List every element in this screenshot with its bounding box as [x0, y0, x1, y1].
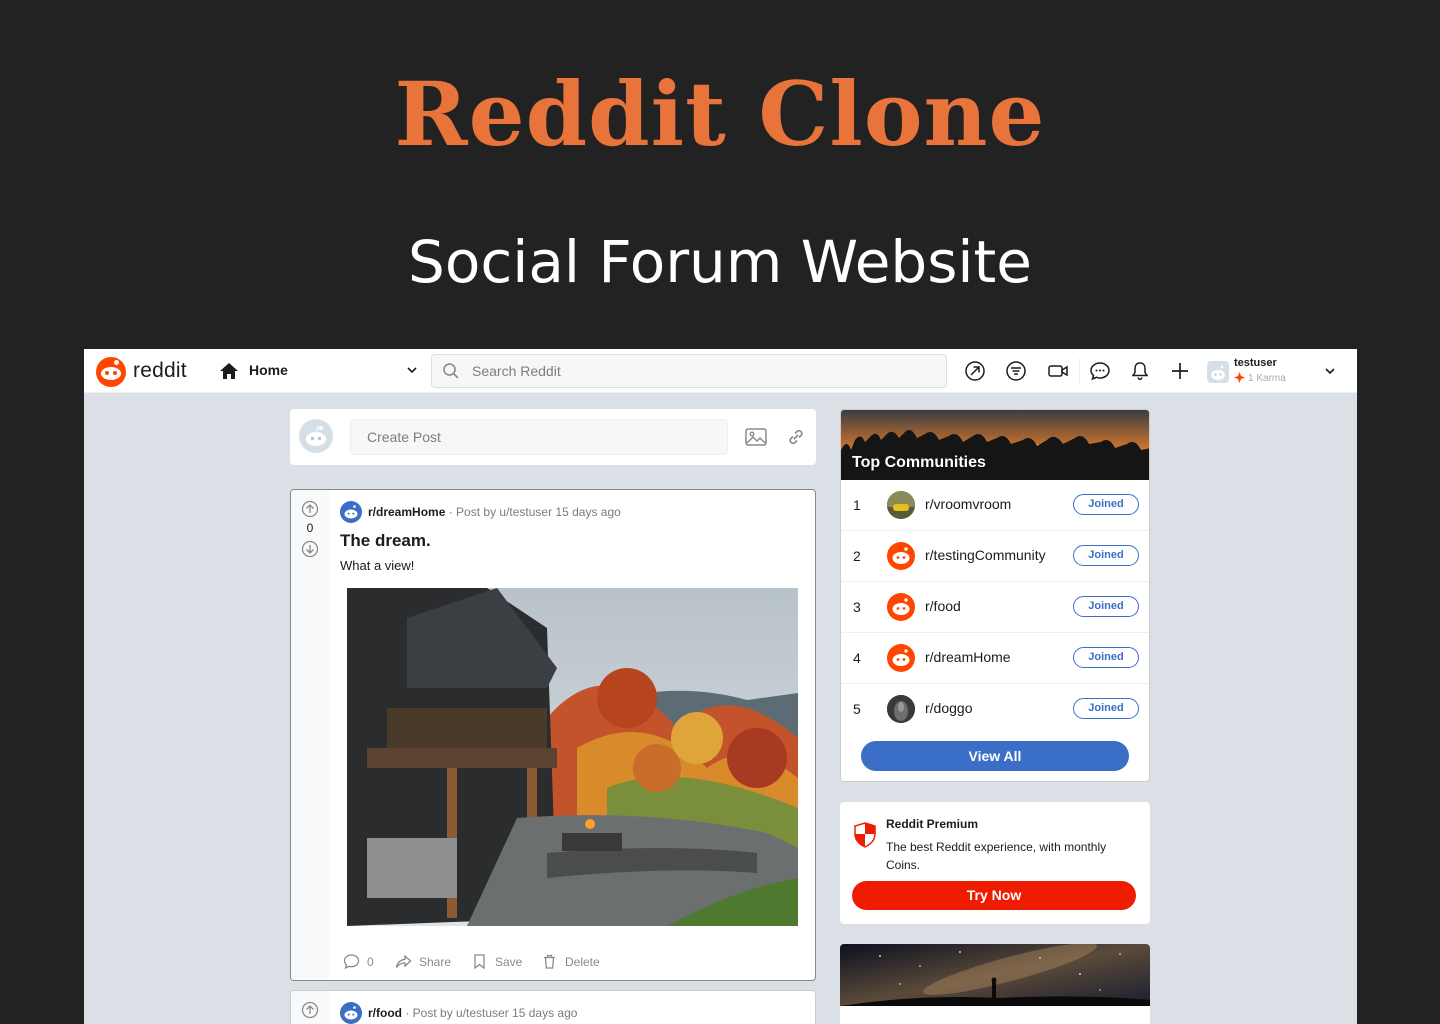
community-name[interactable]: r/doggo	[925, 700, 972, 716]
premium-title: Reddit Premium	[886, 817, 979, 831]
app-screenshot: reddit Home testuser 1 Karma	[84, 349, 1357, 1024]
premium-description: The best Reddit experience, with monthly…	[886, 840, 1107, 872]
comment-count: 0	[367, 955, 374, 969]
home-dropdown[interactable]: Home	[216, 358, 419, 384]
community-row[interactable]: 5 r/doggo Joined	[841, 684, 1149, 735]
subreddit-icon[interactable]	[340, 501, 362, 523]
joined-button[interactable]: Joined	[1073, 494, 1139, 515]
post-author-time: · Post by u/testuser 15 days ago	[448, 505, 621, 519]
home-card	[840, 944, 1150, 1024]
image-upload-icon[interactable]	[744, 425, 768, 449]
post-card[interactable]: r/food · Post by u/testuser 15 days ago	[290, 990, 816, 1024]
community-name[interactable]: r/food	[925, 598, 961, 614]
community-row[interactable]: 3 r/food Joined	[841, 582, 1149, 633]
user-name[interactable]: testuser	[1234, 357, 1277, 369]
user-avatar[interactable]	[1207, 361, 1229, 383]
community-avatar	[887, 542, 915, 570]
joined-button[interactable]: Joined	[1073, 698, 1139, 719]
community-row[interactable]: 2 r/testingCommunity Joined	[841, 531, 1149, 582]
bell-icon[interactable]	[1129, 360, 1151, 382]
post-image[interactable]	[347, 588, 798, 926]
search-icon	[443, 363, 459, 379]
downvote-icon[interactable]	[301, 540, 319, 558]
top-communities-card: Top Communities 1 r/vroomvroom Joined 2 …	[840, 409, 1150, 782]
post-card[interactable]: 0 r/dreamHome · Post by u/testuser 15 da…	[290, 489, 816, 981]
trash-icon	[544, 954, 555, 969]
search-input[interactable]	[472, 363, 932, 379]
view-all-button[interactable]: View All	[861, 741, 1129, 771]
community-avatar	[887, 644, 915, 672]
post-body: What a view!	[340, 558, 415, 573]
hero-title: Reddit Clone	[394, 62, 1046, 166]
create-post-input[interactable]	[350, 419, 728, 455]
community-avatar	[887, 593, 915, 621]
joined-button[interactable]: Joined	[1073, 545, 1139, 566]
community-row[interactable]: 4 r/dreamHome Joined	[841, 633, 1149, 684]
communities-title: Top Communities	[852, 454, 986, 471]
reddit-premium-card: Reddit Premium The best Reddit experienc…	[840, 802, 1150, 924]
community-name[interactable]: r/vroomvroom	[925, 496, 1011, 512]
home-icon	[220, 363, 238, 379]
bookmark-icon	[474, 954, 485, 970]
post-subreddit-link[interactable]: r/food	[368, 1006, 402, 1020]
karma-icon	[1234, 372, 1245, 383]
community-row[interactable]: 1 r/vroomvroom Joined	[841, 480, 1149, 531]
communities-banner-image: Top Communities	[841, 410, 1149, 480]
joined-button[interactable]: Joined	[1073, 596, 1139, 617]
post-meta: r/dreamHome · Post by u/testuser 15 days…	[368, 505, 621, 519]
reddit-wordmark[interactable]: reddit	[133, 359, 187, 383]
top-bar: reddit Home testuser 1 Karma	[84, 349, 1357, 393]
plus-icon[interactable]	[1169, 360, 1191, 382]
try-now-button[interactable]: Try Now	[852, 881, 1136, 910]
popular-arrow-icon[interactable]	[964, 360, 986, 382]
chat-icon[interactable]	[1089, 360, 1111, 382]
shield-icon	[854, 822, 876, 848]
upvote-icon[interactable]	[301, 500, 319, 518]
hero-subtitle: Social Forum Website	[408, 228, 1032, 296]
upvote-icon[interactable]	[301, 1001, 319, 1019]
post-subreddit-link[interactable]: r/dreamHome	[368, 505, 445, 519]
share-icon	[395, 954, 412, 968]
subreddit-icon[interactable]	[340, 1002, 362, 1024]
community-name[interactable]: r/testingCommunity	[925, 547, 1046, 563]
post-title[interactable]: The dream.	[340, 531, 431, 551]
reddit-logo-icon[interactable]	[96, 357, 126, 387]
vote-count: 0	[306, 521, 314, 535]
vote-column: 0	[291, 490, 329, 980]
user-karma: 1 Karma	[1248, 373, 1286, 384]
create-post-avatar[interactable]	[299, 419, 333, 453]
chevron-down-icon	[407, 367, 417, 374]
community-name[interactable]: r/dreamHome	[925, 649, 1011, 665]
user-menu-chevron-icon[interactable]	[1323, 364, 1337, 378]
post-meta: r/food · Post by u/testuser 15 days ago	[368, 1006, 577, 1020]
link-icon[interactable]	[784, 425, 808, 449]
home-banner-image	[840, 944, 1150, 1006]
post-author-time: · Post by u/testuser 15 days ago	[405, 1006, 578, 1020]
search-bar[interactable]	[431, 354, 947, 388]
post-actions: 0 Share Save Delete	[341, 952, 801, 972]
toolbar-divider	[1079, 358, 1080, 384]
community-avatar	[887, 491, 915, 519]
home-label: Home	[249, 362, 288, 378]
filter-icon[interactable]	[1005, 360, 1027, 382]
create-post-card	[290, 409, 816, 465]
joined-button[interactable]: Joined	[1073, 647, 1139, 668]
vote-column	[291, 991, 329, 1024]
comment-icon	[343, 954, 360, 970]
video-icon[interactable]	[1047, 360, 1069, 382]
community-avatar	[887, 695, 915, 723]
